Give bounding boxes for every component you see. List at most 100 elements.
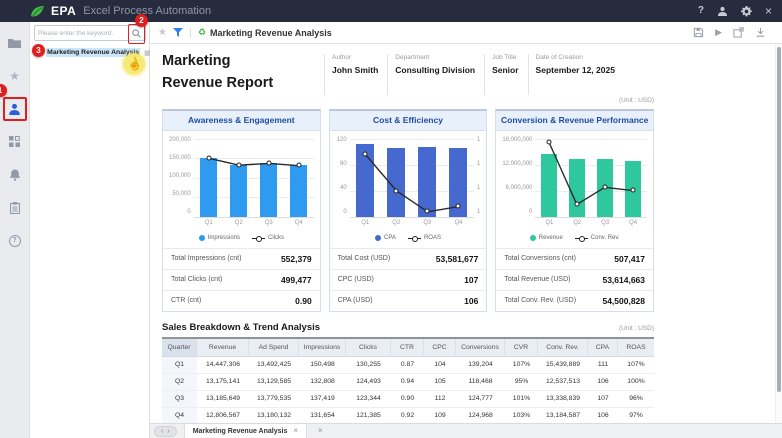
stat-row: Total Impressions (cnt)552,379	[163, 248, 320, 269]
chart-x-axis: Q1Q2Q3Q4	[535, 217, 647, 230]
stat-row: Total Cost (USD)53,581,677	[330, 248, 487, 269]
favorite-star-icon[interactable]: ★	[158, 27, 167, 38]
dashboard-grid-icon	[9, 136, 20, 147]
report-content: Marketing Revenue Report Author John Smi…	[150, 44, 782, 423]
tab-next-icon[interactable]: ›	[167, 428, 169, 435]
table-cell: 13,175,141	[197, 374, 249, 391]
legend-line-swatch	[575, 236, 588, 241]
rail-users[interactable]: 1	[0, 92, 30, 125]
chart: 200,000150,000100,00050,0000 Q1Q2Q3Q4 Im…	[163, 131, 320, 247]
open-window-icon[interactable]	[733, 27, 744, 38]
chart-card-title: Conversion & Revenue Performance	[496, 111, 653, 131]
column-header[interactable]: Revenue	[197, 339, 249, 357]
column-header[interactable]: CPC	[424, 339, 456, 357]
tab-close-icon[interactable]: ×	[293, 427, 298, 435]
chart-stats: Total Cost (USD)53,581,677CPC (USD)107CP…	[330, 248, 487, 311]
column-header[interactable]: Conversions	[456, 339, 505, 357]
chart-stats: Total Impressions (cnt)552,379Total Clic…	[163, 248, 320, 311]
table-cell: 104	[424, 357, 456, 374]
meta-department: Department Consulting Division	[387, 54, 484, 95]
top-bar: EPA Excel Process Automation ? ×	[0, 0, 782, 22]
column-header[interactable]: Clicks	[346, 339, 391, 357]
table-cell: 130,255	[346, 357, 391, 374]
search-input[interactable]	[35, 30, 130, 37]
table-cell: 107	[588, 391, 618, 408]
close-all-tabs-icon[interactable]: ×	[318, 427, 323, 435]
star-icon: ★	[9, 70, 20, 82]
run-icon[interactable]: ▶	[715, 28, 722, 37]
table-cell: 112	[424, 391, 456, 408]
explorer-panel: 2 3 ♻ Marketing Revenue Analysis ▦ ☝	[30, 22, 150, 438]
column-header[interactable]: Impressions	[299, 339, 346, 357]
document-title: Marketing Revenue Analysis	[210, 28, 332, 38]
rail-notifications[interactable]	[0, 158, 30, 191]
chart-card: Awareness & Engagement 200,000150,000100…	[162, 109, 321, 312]
table-cell: 0.90	[391, 391, 424, 408]
scrollbar-thumb[interactable]	[777, 47, 781, 392]
app-window: EPA Excel Process Automation ? × ★	[0, 0, 782, 438]
bottom-tab-bar: ‹ › Marketing Revenue Analysis × ×	[150, 423, 782, 438]
column-header[interactable]: Ad Spend	[249, 339, 299, 357]
tree-item-marketing-revenue-analysis[interactable]: 3 ♻ Marketing Revenue Analysis ▦ ☝	[36, 48, 147, 57]
line-marker	[296, 163, 301, 168]
annotation-step-1: 1	[0, 84, 7, 97]
column-header[interactable]: CVR	[505, 339, 538, 357]
table-cell: 13,180,132	[249, 408, 299, 424]
help-icon[interactable]: ?	[698, 6, 704, 16]
clipboard-icon	[10, 202, 20, 214]
table-cell: 111	[588, 357, 618, 374]
close-icon[interactable]: ×	[765, 5, 772, 17]
table-cell-quarter: Q3	[162, 391, 197, 408]
table-cell: 13,338,839	[538, 391, 588, 408]
table-cell: 105	[424, 374, 456, 391]
table-cell-quarter: Q4	[162, 408, 197, 424]
annotation-step-2: 2	[135, 14, 148, 27]
table-cell: 107%	[505, 357, 538, 374]
legend-bar-swatch	[199, 235, 205, 241]
report-header: Marketing Revenue Report Author John Smi…	[162, 51, 654, 95]
legend-line-label: ROAS	[424, 235, 441, 241]
save-icon[interactable]	[693, 27, 704, 38]
meta-date-of-creation: Date of Creation September 12, 2025	[528, 54, 624, 95]
filter-funnel-icon[interactable]	[173, 28, 183, 37]
meta-author: Author John Smith	[324, 54, 387, 95]
chart: 18,000,00012,000,0006,000,0000 Q1Q2Q3Q4 …	[496, 131, 653, 247]
chart-plot	[350, 139, 474, 217]
chart-legend: CPA ROAS	[336, 230, 481, 247]
vertical-scrollbar[interactable]	[775, 44, 782, 423]
column-header[interactable]: ROAS	[618, 339, 654, 357]
annotation-step-3: 3	[32, 44, 45, 57]
stat-row: Total Conversions (cnt)507,417	[496, 248, 653, 269]
search-icon[interactable]: 2	[130, 27, 143, 40]
column-header[interactable]: Quarter	[162, 339, 197, 357]
user-icon[interactable]	[717, 6, 728, 16]
rail-help[interactable]: ?	[0, 224, 30, 257]
chart-y-axis: 12080400	[336, 139, 350, 217]
settings-gear-icon[interactable]	[741, 6, 752, 17]
legend-bar-label: Revenue	[539, 235, 563, 241]
column-header[interactable]: Conv. Rev.	[538, 339, 588, 357]
column-header[interactable]: CTR	[391, 339, 424, 357]
app-subtitle: Excel Process Automation	[83, 5, 211, 17]
tab-prev-icon[interactable]: ‹	[161, 428, 163, 435]
chart-y-axis: 18,000,00012,000,0006,000,0000	[502, 139, 535, 217]
chart-card-title: Cost & Efficiency	[330, 111, 487, 131]
column-header[interactable]: CPA	[588, 339, 618, 357]
stat-row: Total Clicks (cnt)499,477	[163, 269, 320, 290]
line-marker	[603, 184, 608, 189]
rail-folder[interactable]	[0, 26, 30, 59]
bottom-tab-marketing-revenue-analysis[interactable]: Marketing Revenue Analysis ×	[184, 424, 307, 438]
rail-reports[interactable]	[0, 191, 30, 224]
main-area: ★ ♻ Marketing Revenue Analysis ▶	[150, 22, 782, 438]
table-cell: 96%	[618, 391, 654, 408]
stat-row: Total Conv. Rev. (USD)54,500,828	[496, 290, 653, 311]
rail-dashboard[interactable]	[0, 125, 30, 158]
chart: 12080400 Q1Q2Q3Q4 1111 CPA ROAS	[330, 131, 487, 247]
chart-card: Conversion & Revenue Performance 18,000,…	[495, 109, 654, 312]
chart-cards: Awareness & Engagement 200,000150,000100…	[162, 109, 654, 312]
table-cell-quarter: Q2	[162, 374, 197, 391]
download-icon[interactable]	[755, 27, 766, 38]
table-cell: 139,204	[456, 357, 505, 374]
table-cell: 106	[588, 408, 618, 424]
report-meta: Author John Smith Department Consulting …	[324, 51, 624, 95]
